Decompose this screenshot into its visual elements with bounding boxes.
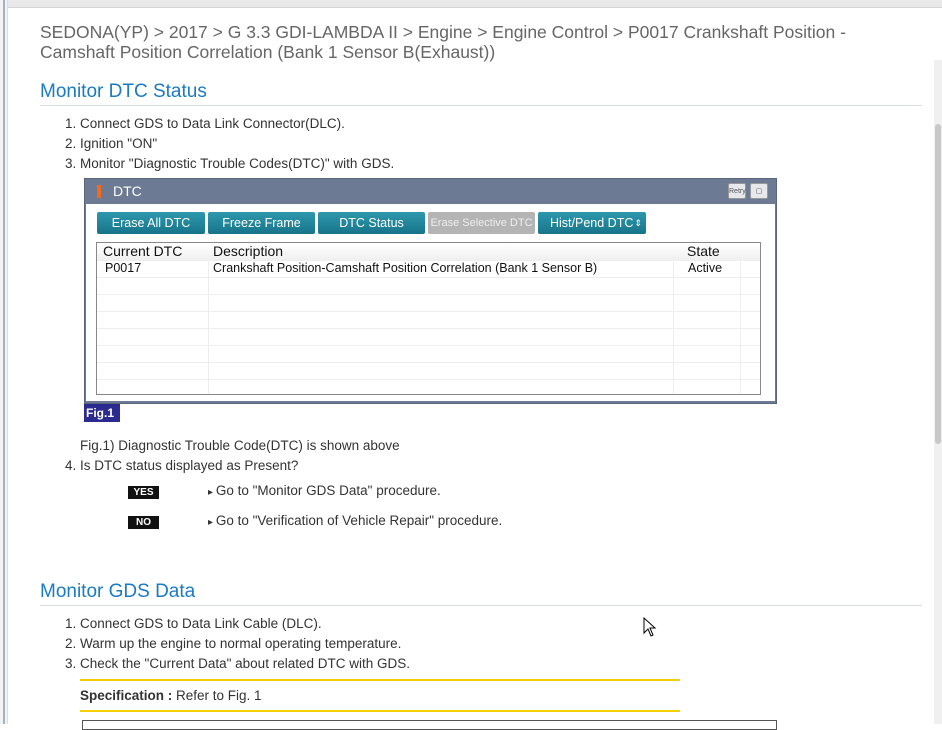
- dtc-state: Active: [688, 261, 723, 275]
- maximize-icon[interactable]: ▢: [750, 183, 768, 199]
- erase-selective-dtc-button: Erase Selective DTC: [428, 212, 535, 234]
- step-1: 1. Connect GDS to Data Link Connector(DL…: [65, 116, 345, 131]
- table-row-empty: [97, 312, 760, 329]
- specification: Specification : Refer to Fig. 1: [80, 688, 262, 703]
- gds-step-1: 1. Connect GDS to Data Link Cable (DLC).: [65, 616, 322, 631]
- dtc-table: Current DTC Description State P0017 Cran…: [96, 242, 761, 395]
- sort-icon: ⇕: [634, 218, 642, 228]
- dtc-window-title: DTC: [113, 183, 142, 199]
- table-row[interactable]: P0017 Crankshaft Position-Camshaft Posit…: [97, 261, 760, 278]
- gds-step-2: 2. Warm up the engine to normal operatin…: [65, 636, 402, 651]
- table-header: Current DTC Description State: [97, 243, 760, 261]
- erase-all-dtc-button[interactable]: Erase All DTC: [97, 212, 205, 234]
- spec-value: Refer to Fig. 1: [172, 688, 262, 703]
- yes-badge: YES: [128, 486, 159, 499]
- table-row-empty: [97, 278, 760, 295]
- yes-link[interactable]: Go to "Monitor GDS Data" procedure.: [208, 483, 441, 498]
- table-row-empty: [97, 346, 760, 363]
- hist-pend-dtc-button[interactable]: Hist/Pend DTC ⇕: [538, 212, 646, 234]
- dtc-description: Crankshaft Position-Camshaft Position Co…: [213, 261, 598, 275]
- step-2: 2. Ignition "ON": [65, 136, 158, 151]
- gds-step-3: 3. Check the "Current Data" about relate…: [65, 656, 410, 671]
- dtc-window: DTC Retry ▢ Erase All DTC Freeze Frame D…: [84, 178, 777, 404]
- col-state: State: [687, 243, 720, 259]
- retry-icon[interactable]: Retry: [728, 183, 746, 199]
- col-description: Description: [213, 243, 284, 259]
- title-marker: [97, 185, 101, 198]
- freeze-frame-button[interactable]: Freeze Frame: [208, 212, 315, 234]
- spec-label: Specification :: [80, 688, 173, 703]
- mouse-cursor-icon: [643, 617, 657, 637]
- table-row-empty: [97, 329, 760, 346]
- no-link[interactable]: Go to "Verification of Vehicle Repair" p…: [208, 513, 503, 528]
- dtc-window-titlebar: DTC Retry ▢: [85, 179, 776, 203]
- scrollbar-thumb[interactable]: [935, 124, 941, 444]
- scrollbar[interactable]: [934, 60, 942, 724]
- no-badge: NO: [128, 516, 159, 529]
- dtc-status-button[interactable]: DTC Status: [318, 212, 425, 234]
- step-4: 4. Is DTC status displayed as Present?: [65, 458, 299, 473]
- step-3: 3. Monitor "Diagnostic Trouble Codes(DTC…: [65, 156, 395, 171]
- col-current-dtc: Current DTC: [103, 243, 183, 259]
- dtc-code: P0017: [105, 261, 142, 275]
- spec-top-line: [80, 679, 680, 681]
- hist-pend-label: Hist/Pend DTC: [550, 216, 634, 230]
- window-left-edge: [0, 0, 8, 724]
- fig-label: Fig.1: [84, 404, 120, 422]
- figure-frame: [82, 720, 777, 730]
- section-title-monitor-dtc-status: Monitor DTC Status: [40, 81, 922, 106]
- spec-bottom-line: [80, 710, 680, 712]
- section-title-monitor-gds-data: Monitor GDS Data: [40, 581, 922, 606]
- fig-caption: Fig.1) Diagnostic Trouble Code(DTC) is s…: [80, 438, 400, 453]
- breadcrumb: SEDONA(YP) > 2017 > G 3.3 GDI-LAMBDA II …: [40, 22, 846, 62]
- table-row-empty: [97, 295, 760, 312]
- window-top-bar: [0, 0, 942, 8]
- table-row-empty: [97, 363, 760, 380]
